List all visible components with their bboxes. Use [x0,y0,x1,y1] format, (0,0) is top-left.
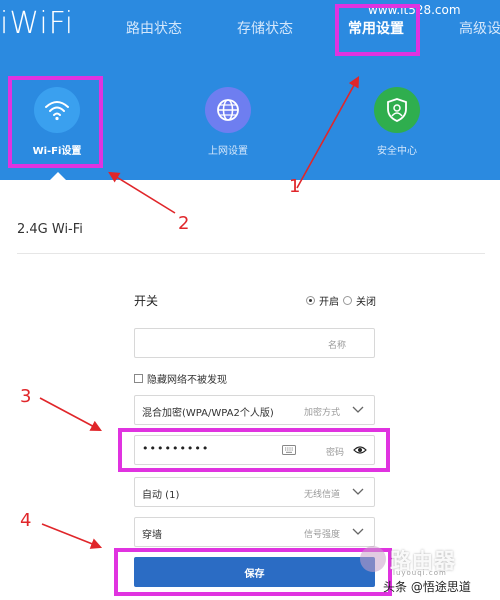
annotation-arrows [39,76,360,549]
watermark-brand-sub: luyouqi.com [393,569,447,577]
arrow-step-3 [39,397,102,432]
annotation-number-3: 3 [20,386,32,407]
watermark-logo-icon [360,546,386,572]
annotation-number-1: 1 [289,176,301,197]
author-credit: 头条 @悟途思道 [383,580,471,594]
arrow-step-4 [41,523,103,549]
annotation-number-4: 4 [20,510,32,531]
arrow-step-2 [108,171,176,214]
annotation-number-2: 2 [178,213,190,234]
arrow-step-1 [296,76,360,189]
